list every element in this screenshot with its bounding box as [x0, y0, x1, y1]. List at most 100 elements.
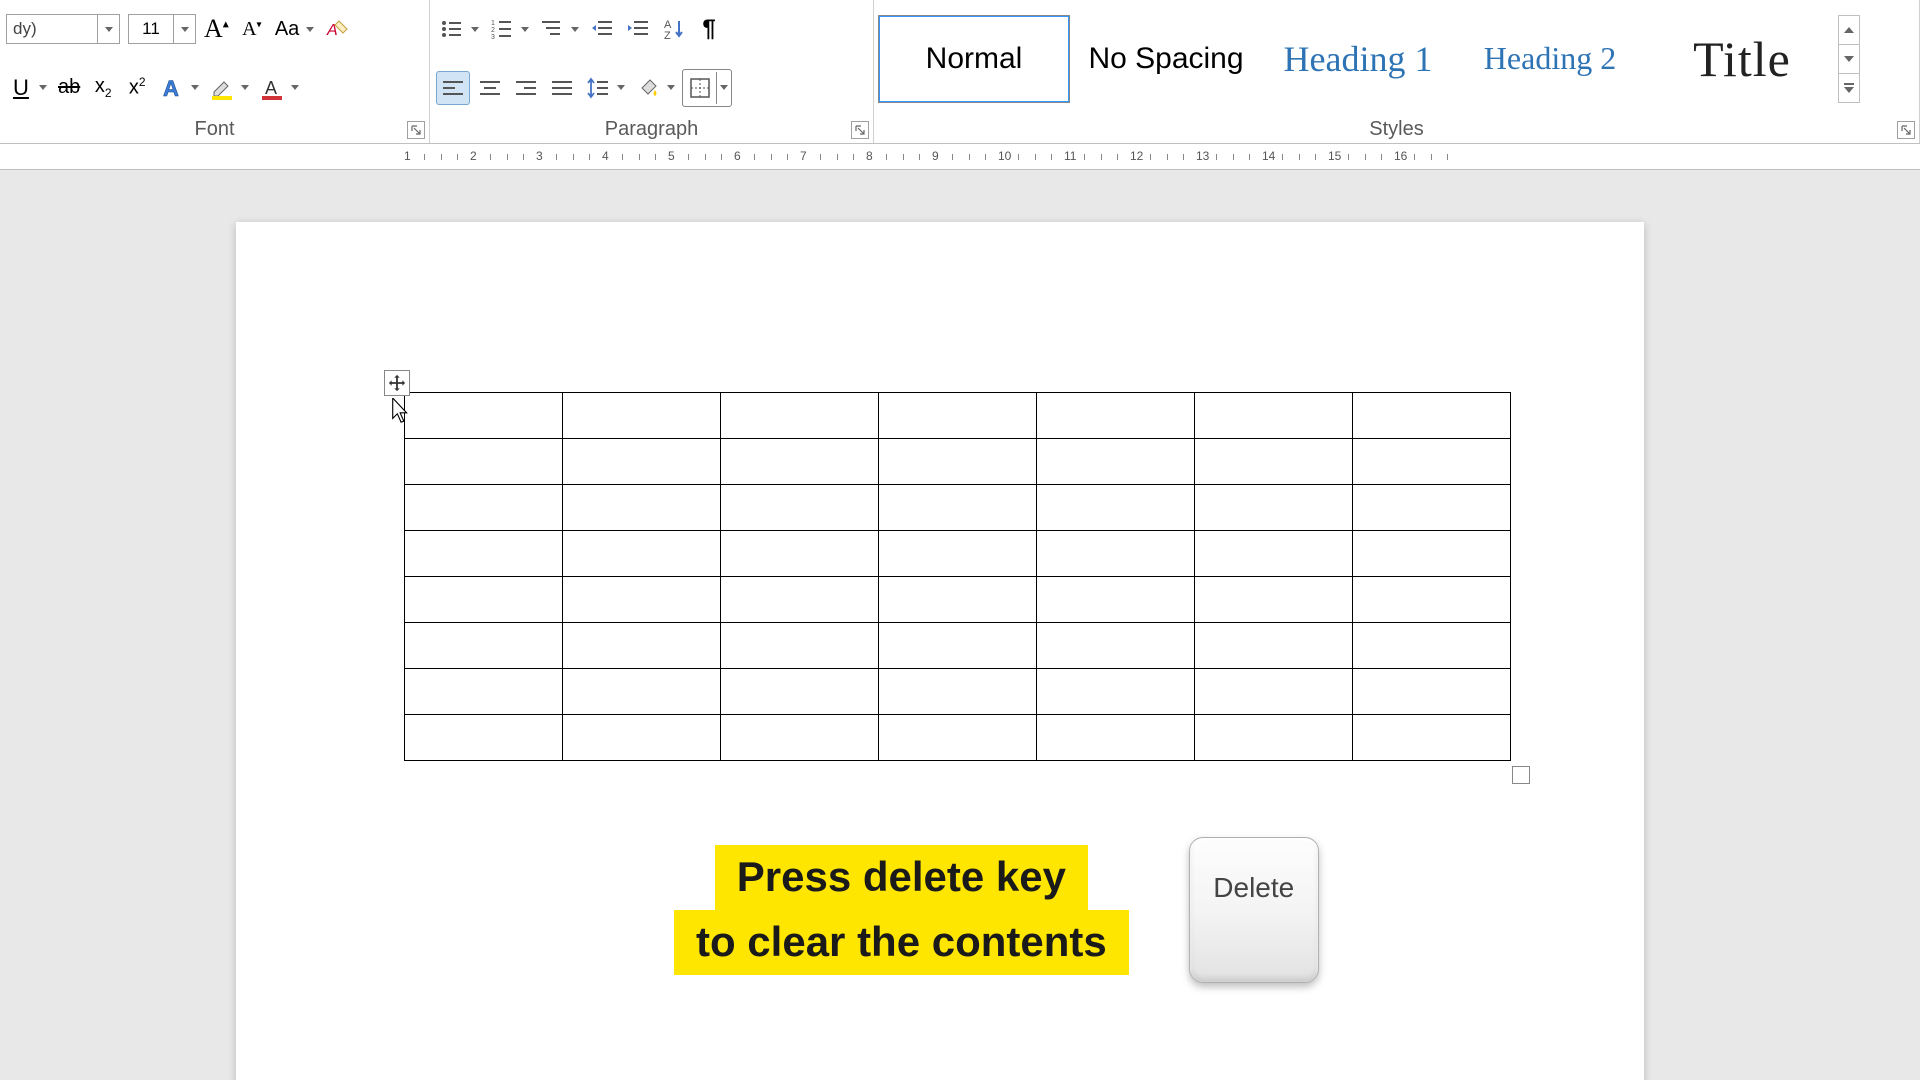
font-size-combo[interactable]: 11 — [128, 14, 196, 44]
table-cell[interactable] — [1353, 715, 1511, 761]
style-no-spacing[interactable]: No Spacing — [1070, 15, 1262, 103]
justify-button[interactable] — [546, 71, 578, 105]
table-cell[interactable] — [405, 393, 563, 439]
table-cell[interactable] — [563, 439, 721, 485]
table-cell[interactable] — [1195, 715, 1353, 761]
style-title[interactable]: Title — [1646, 15, 1838, 103]
table-cell[interactable] — [721, 577, 879, 623]
font-dialog-launcher[interactable] — [407, 121, 425, 139]
table-cell[interactable] — [879, 715, 1037, 761]
table-cell[interactable] — [405, 577, 563, 623]
table-cell[interactable] — [1195, 577, 1353, 623]
show-hide-marks-button[interactable]: ¶ — [694, 12, 724, 46]
table-cell[interactable] — [1353, 669, 1511, 715]
table-cell[interactable] — [563, 531, 721, 577]
table-cell[interactable] — [1037, 531, 1195, 577]
table-row[interactable] — [405, 623, 1511, 669]
table-cell[interactable] — [1195, 393, 1353, 439]
table-cell[interactable] — [1195, 623, 1353, 669]
shading-button[interactable] — [632, 71, 678, 105]
table-row[interactable] — [405, 715, 1511, 761]
align-left-button[interactable] — [436, 71, 470, 105]
table-cell[interactable] — [563, 577, 721, 623]
table-cell[interactable] — [1195, 531, 1353, 577]
underline-button[interactable]: U — [6, 71, 50, 105]
document-table[interactable] — [404, 392, 1511, 761]
table-row[interactable] — [405, 485, 1511, 531]
decrease-indent-button[interactable] — [586, 12, 618, 46]
align-center-button[interactable] — [474, 71, 506, 105]
table-cell[interactable] — [1037, 393, 1195, 439]
align-right-button[interactable] — [510, 71, 542, 105]
table-move-handle[interactable] — [384, 370, 410, 396]
table-cell[interactable] — [1195, 439, 1353, 485]
style-heading-2[interactable]: Heading 2 — [1454, 15, 1646, 103]
table-row[interactable] — [405, 577, 1511, 623]
table-row[interactable] — [405, 669, 1511, 715]
table-cell[interactable] — [721, 623, 879, 669]
table-cell[interactable] — [1037, 439, 1195, 485]
table-cell[interactable] — [1037, 715, 1195, 761]
style-heading-1[interactable]: Heading 1 — [1262, 15, 1454, 103]
increase-indent-button[interactable] — [622, 12, 654, 46]
table-cell[interactable] — [405, 669, 563, 715]
multilevel-list-button[interactable] — [536, 12, 582, 46]
table-cell[interactable] — [1353, 623, 1511, 669]
page[interactable]: Press delete key to clear the contents D… — [236, 222, 1644, 1080]
gallery-down-button[interactable] — [1839, 45, 1859, 74]
shrink-font-button[interactable]: A▾ — [237, 12, 267, 46]
table-cell[interactable] — [1195, 485, 1353, 531]
table-cell[interactable] — [879, 439, 1037, 485]
font-size-dropdown[interactable] — [173, 15, 195, 43]
table-cell[interactable] — [879, 623, 1037, 669]
table-cell[interactable] — [879, 669, 1037, 715]
table-cell[interactable] — [1037, 485, 1195, 531]
paragraph-dialog-launcher[interactable] — [851, 121, 869, 139]
table-row[interactable] — [405, 531, 1511, 577]
table-row[interactable] — [405, 393, 1511, 439]
subscript-button[interactable]: x2 — [88, 71, 118, 105]
line-spacing-button[interactable] — [582, 71, 628, 105]
clear-formatting-button[interactable]: A — [321, 12, 353, 46]
table-cell[interactable] — [1037, 623, 1195, 669]
styles-dialog-launcher[interactable] — [1897, 121, 1915, 139]
table-row[interactable] — [405, 439, 1511, 485]
document-canvas[interactable]: Press delete key to clear the contents D… — [0, 170, 1920, 1080]
gallery-up-button[interactable] — [1839, 16, 1859, 45]
font-color-button[interactable]: A — [256, 71, 302, 105]
table-cell[interactable] — [721, 531, 879, 577]
strikethrough-button[interactable]: ab — [54, 71, 84, 105]
table-cell[interactable] — [721, 715, 879, 761]
table-cell[interactable] — [405, 531, 563, 577]
highlight-color-button[interactable] — [206, 71, 252, 105]
superscript-button[interactable]: x2 — [122, 71, 152, 105]
grow-font-button[interactable]: A▴ — [200, 12, 233, 46]
table-cell[interactable] — [879, 531, 1037, 577]
table-cell[interactable] — [563, 715, 721, 761]
table-cell[interactable] — [405, 715, 563, 761]
table-resize-handle[interactable] — [1512, 766, 1530, 784]
table-cell[interactable] — [1353, 393, 1511, 439]
table-cell[interactable] — [879, 485, 1037, 531]
numbering-button[interactable]: 123 — [486, 12, 532, 46]
table-cell[interactable] — [1037, 577, 1195, 623]
table-cell[interactable] — [1353, 439, 1511, 485]
table-cell[interactable] — [1353, 577, 1511, 623]
gallery-more-button[interactable] — [1839, 74, 1859, 102]
style-normal[interactable]: Normal — [878, 15, 1070, 103]
table-cell[interactable] — [563, 669, 721, 715]
font-name-dropdown[interactable] — [97, 15, 119, 43]
font-name-combo[interactable]: dy) — [6, 14, 120, 44]
styles-gallery-scroll[interactable] — [1838, 15, 1860, 103]
table-cell[interactable] — [1195, 669, 1353, 715]
table-cell[interactable] — [563, 485, 721, 531]
table-cell[interactable] — [563, 623, 721, 669]
text-effects-button[interactable]: A — [156, 71, 202, 105]
borders-button[interactable] — [682, 69, 732, 107]
table-cell[interactable] — [721, 439, 879, 485]
table-cell[interactable] — [563, 393, 721, 439]
table-cell[interactable] — [721, 669, 879, 715]
table-cell[interactable] — [405, 485, 563, 531]
table-cell[interactable] — [879, 577, 1037, 623]
bullets-button[interactable] — [436, 12, 482, 46]
